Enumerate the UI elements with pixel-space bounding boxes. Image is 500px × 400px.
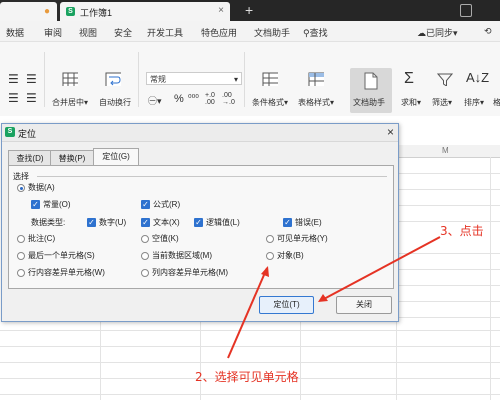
annotation-step2: 2、选择可见单元格	[195, 370, 299, 384]
annotation-arrows	[227, 236, 441, 359]
arrowhead	[261, 266, 269, 277]
arrow-to-visible-cells	[227, 267, 268, 359]
annotation-step3: 3、点击	[440, 224, 484, 238]
arrow-to-locate-button	[321, 236, 441, 301]
